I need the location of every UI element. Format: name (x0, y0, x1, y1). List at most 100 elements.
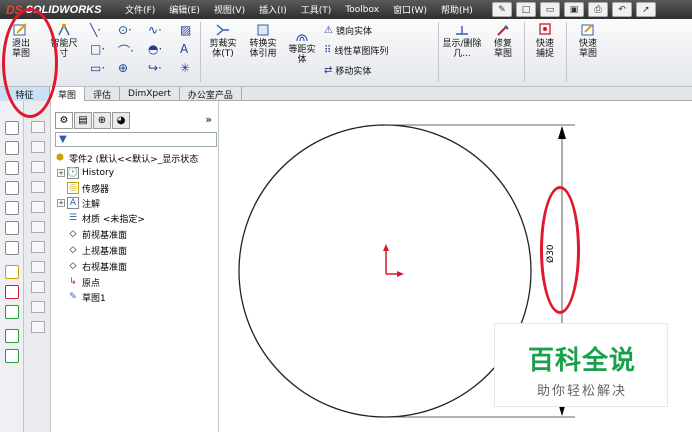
display-delete-relations-button[interactable]: 显示/删除几... (442, 23, 482, 59)
expand-toggle[interactable]: + (57, 199, 65, 207)
toolbar-icon[interactable] (31, 141, 45, 153)
view-cube-icon[interactable] (5, 221, 19, 235)
tree-item-sketch1[interactable]: ✎ 草图1 (67, 290, 106, 304)
repair-sketch-label: 修复草图 (493, 39, 512, 59)
tab-sketch[interactable]: 草图 (50, 87, 86, 101)
tab-dimxpert[interactable]: DimXpert (120, 87, 180, 101)
trim-entities-button[interactable]: 剪裁实体(T) (204, 23, 242, 59)
toolbar-icon[interactable] (31, 321, 45, 333)
menu-tools[interactable]: 工具(T) (294, 3, 339, 16)
tab-evaluate[interactable]: 评估 (85, 87, 121, 101)
menu-help[interactable]: 帮助(H) (434, 3, 480, 16)
tree-root-label: 零件2 (默认<<默认>_显示状态 (69, 154, 199, 165)
toolbar-icon[interactable] (31, 161, 45, 173)
arc-icon[interactable]: ⌒· (118, 42, 134, 59)
appearance-tab-icon[interactable]: ◕ (112, 112, 130, 129)
expand-toggle[interactable]: + (57, 169, 65, 177)
view-cube-icon[interactable] (5, 181, 19, 195)
tree-root-part[interactable]: ⬢ 零件2 (默认<<默认>_显示状态 (54, 151, 198, 165)
mirror-entities-button[interactable]: ⚠ 镜向实体 (324, 24, 372, 37)
menu-file[interactable]: 文件(F) (118, 3, 162, 16)
point-icon[interactable]: ↪· (148, 61, 162, 75)
text-icon[interactable]: A (180, 42, 188, 56)
watermark-badge: 百科全说 助你轻松解决 (494, 323, 668, 407)
polygon-icon[interactable]: ⊕ (118, 61, 128, 75)
toolbar-icon[interactable] (31, 181, 45, 193)
layer-tool-icon[interactable] (5, 349, 19, 363)
tree-filter-bar[interactable]: ▼ (55, 132, 217, 147)
offset-entities-button[interactable]: 等距实体 (284, 29, 320, 65)
tab-office-products[interactable]: 办公室产品 (180, 87, 242, 101)
tab-features[interactable]: 特征 (0, 87, 50, 101)
configuration-manager-tab-icon[interactable]: ⊕ (93, 112, 111, 129)
toolbar-icon[interactable] (31, 301, 45, 313)
tree-item-sensors[interactable]: ◎ 传感器 (67, 181, 109, 195)
dimension-arrow-top (558, 126, 566, 139)
repair-sketch-icon (497, 25, 509, 36)
spline-icon[interactable]: ∿· (148, 23, 162, 37)
linear-pattern-button[interactable]: ⠿ 线性草图阵列 (324, 44, 388, 57)
menu-view[interactable]: 视图(V) (207, 3, 252, 16)
tree-item-label: History (82, 168, 115, 178)
offset-label: 等距实体 (288, 45, 316, 65)
tree-item-right-plane[interactable]: ◇ 右视基准面 (67, 259, 127, 273)
tree-item-front-plane[interactable]: ◇ 前视基准面 (67, 227, 127, 241)
convert-entities-button[interactable]: 转换实体引用 (244, 23, 282, 59)
view-cube-icon[interactable] (5, 161, 19, 175)
repair-tool-icon[interactable] (5, 285, 19, 299)
sketch-tool-icon[interactable] (5, 265, 19, 279)
toolbar-icon[interactable] (31, 201, 45, 213)
tree-item-history[interactable]: + 🕒 History (57, 166, 114, 180)
view-cube-icon[interactable] (5, 201, 19, 215)
move-entities-button[interactable]: ⇄ 移动实体 (324, 64, 371, 77)
view-cube-icon[interactable] (5, 141, 19, 155)
fillet-icon[interactable]: ◓· (148, 42, 162, 56)
smart-dimension-button[interactable]: 智能尺寸 (45, 23, 83, 59)
pin-icon[interactable]: ✎ (492, 2, 512, 17)
tree-item-material[interactable]: ☰ 材质 <未指定> (67, 211, 145, 225)
layer-tool-icon[interactable] (5, 329, 19, 343)
slot-icon[interactable]: ▭· (90, 61, 105, 75)
centerline-icon[interactable]: ✳ (180, 61, 190, 75)
toolbar-icon[interactable] (31, 281, 45, 293)
undo-icon[interactable]: ↶ (612, 2, 632, 17)
view-cube-icon[interactable] (5, 241, 19, 255)
menu-edit[interactable]: 编辑(E) (162, 3, 207, 16)
toolbar-icon[interactable] (31, 121, 45, 133)
menu-window[interactable]: 窗口(W) (386, 3, 434, 16)
view-cube-icon[interactable] (5, 121, 19, 135)
tree-item-origin[interactable]: ↳ 原点 (67, 275, 100, 289)
filter-icon: ▼ (59, 134, 67, 145)
menu-toolbox[interactable]: Toolbox (338, 5, 386, 15)
tree-item-label: 右视基准面 (82, 262, 128, 273)
toolbar-icon[interactable] (31, 241, 45, 253)
rectangle-icon[interactable]: □· (90, 42, 105, 56)
toolbar-icon[interactable] (31, 221, 45, 233)
rapid-sketch-button[interactable]: 快速草图 (570, 23, 606, 59)
save-icon[interactable]: ▣ (564, 2, 584, 17)
tree-item-annotations[interactable]: + A 注解 (57, 196, 100, 210)
hatch-icon[interactable]: ▨ (180, 23, 191, 37)
property-manager-tab-icon[interactable]: ▤ (74, 112, 92, 129)
circle-icon[interactable]: ⊙· (118, 23, 132, 37)
tree-item-top-plane[interactable]: ◇ 上视基准面 (67, 243, 127, 257)
exit-sketch-button[interactable]: 退出草图 (4, 23, 38, 59)
select-cursor-icon[interactable]: ➚ (636, 2, 656, 17)
relation-tool-icon[interactable] (5, 305, 19, 319)
sketch-circle[interactable] (238, 124, 532, 418)
menu-insert[interactable]: 插入(I) (252, 3, 294, 16)
line-icon[interactable]: ╲· (90, 23, 101, 37)
plane-icon: ◇ (69, 245, 77, 255)
open-folder-icon[interactable]: ▭ (540, 2, 560, 17)
convert-entities-icon (257, 24, 269, 36)
new-document-icon[interactable]: □ (516, 2, 536, 17)
quick-snaps-button[interactable]: 快速捕捉 (528, 23, 562, 59)
repair-sketch-button[interactable]: 修复草图 (486, 23, 520, 59)
watermark-subtitle: 助你轻松解决 (536, 384, 627, 399)
print-icon[interactable]: ⎙ (588, 2, 608, 17)
origin-icon: ↳ (69, 277, 77, 287)
expand-panel-icon[interactable]: » (205, 113, 212, 126)
toolbar-icon[interactable] (31, 261, 45, 273)
feature-manager-tab-icon[interactable]: ⚙ (55, 112, 73, 129)
diameter-dimension-text[interactable]: Ø30 (545, 244, 556, 263)
